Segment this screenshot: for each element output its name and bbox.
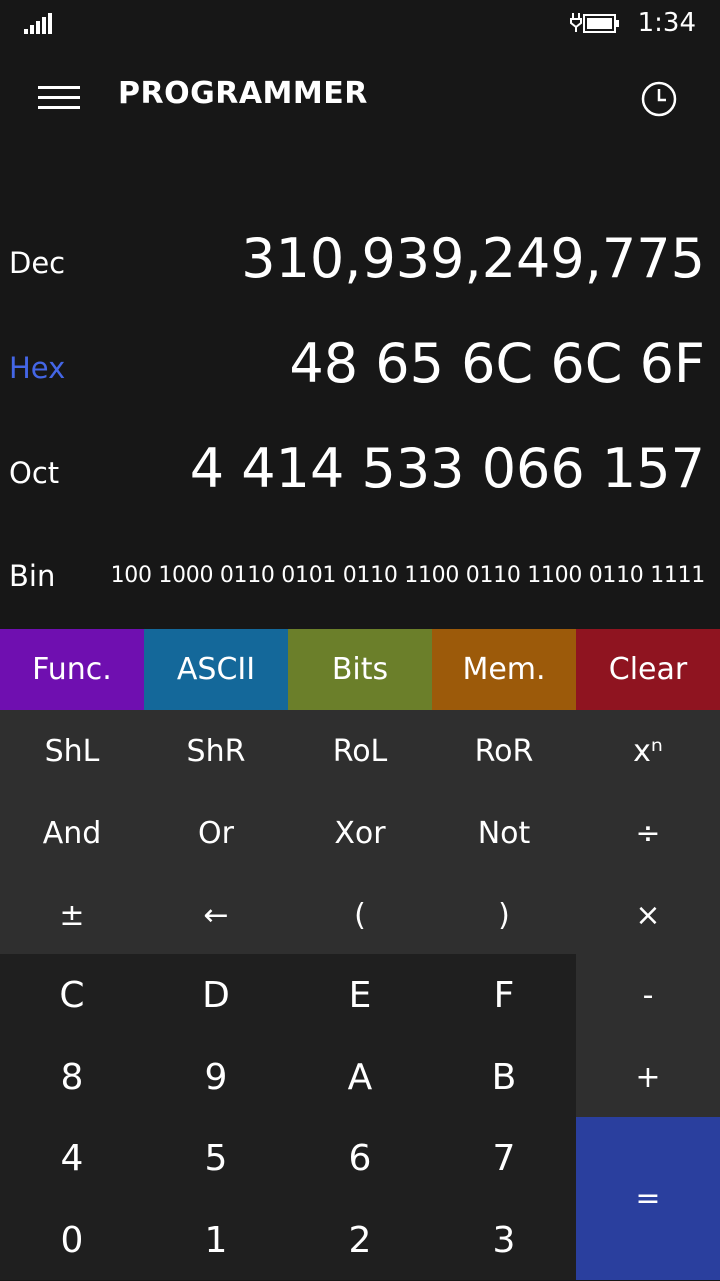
clear-button[interactable]: Clear [576,629,720,710]
shl-key[interactable]: ShL [0,710,144,792]
multiply-key[interactable]: × [576,874,720,956]
digit-c-key[interactable]: C [0,954,144,1036]
hex-row[interactable]: Hex 48 65 6C 6C 6F [0,327,720,407]
shr-key[interactable]: ShR [144,710,288,792]
close-paren-key[interactable]: ) [432,874,576,956]
backspace-key[interactable]: ← [144,874,288,956]
ror-key[interactable]: RoR [432,710,576,792]
hamburger-menu-icon[interactable] [38,84,82,114]
not-key[interactable]: Not [432,792,576,874]
status-time: 1:34 [637,8,696,38]
digit-2-key[interactable]: 2 [288,1199,432,1281]
dec-row[interactable]: Dec 310,939,249,775 [0,222,720,302]
clock-history-icon[interactable] [640,80,678,118]
digit-4-key[interactable]: 4 [0,1117,144,1199]
ascii-button[interactable]: ASCII [144,629,288,710]
digit-3-key[interactable]: 3 [432,1199,576,1281]
digit-0-key[interactable]: 0 [0,1199,144,1281]
minus-key[interactable]: - [576,954,720,1036]
app-header: PROGRAMMER [0,60,720,136]
and-key[interactable]: And [0,792,144,874]
open-paren-key[interactable]: ( [288,874,432,956]
digit-d-key[interactable]: D [144,954,288,1036]
equals-key[interactable]: = [576,1117,720,1280]
rol-key[interactable]: RoL [288,710,432,792]
xor-key[interactable]: Xor [288,792,432,874]
plus-key[interactable]: + [576,1036,720,1118]
bin-value: 100 1000 0110 0101 0110 1100 0110 1100 0… [110,563,706,588]
digit-b-key[interactable]: B [432,1036,576,1118]
mem-button[interactable]: Mem. [432,629,576,710]
digit-8-key[interactable]: 8 [0,1036,144,1118]
battery-charging-icon [570,13,619,33]
digit-e-key[interactable]: E [288,954,432,1036]
digit-f-key[interactable]: F [432,954,576,1036]
bin-row[interactable]: Bin 100 1000 0110 0101 0110 1100 0110 11… [0,555,720,605]
signal-icon [24,13,52,34]
mode-bar: Func. ASCII Bits Mem. Clear [0,629,720,710]
bits-button[interactable]: Bits [288,629,432,710]
page-title: PROGRAMMER [118,76,368,111]
keypad: ShL ShR RoL RoR xⁿ And Or Xor Not ÷ ± ← … [0,710,720,1280]
digit-a-key[interactable]: A [288,1036,432,1118]
negate-key[interactable]: ± [0,874,144,956]
power-key[interactable]: xⁿ [576,710,720,792]
oct-row[interactable]: Oct 4 414 533 066 157 [0,432,720,512]
digit-9-key[interactable]: 9 [144,1036,288,1118]
digit-7-key[interactable]: 7 [432,1117,576,1199]
hex-label: Hex [9,351,66,385]
digit-1-key[interactable]: 1 [144,1199,288,1281]
oct-label: Oct [9,456,60,490]
status-bar: 1:34 [0,0,720,50]
oct-value: 4 414 533 066 157 [189,437,705,500]
digit-5-key[interactable]: 5 [144,1117,288,1199]
divide-key[interactable]: ÷ [576,792,720,874]
hex-value: 48 65 6C 6C 6F [289,332,705,395]
digit-6-key[interactable]: 6 [288,1117,432,1199]
or-key[interactable]: Or [144,792,288,874]
func-button[interactable]: Func. [0,629,144,710]
dec-label: Dec [9,246,66,280]
dec-value: 310,939,249,775 [241,227,705,290]
bin-label: Bin [9,559,56,593]
